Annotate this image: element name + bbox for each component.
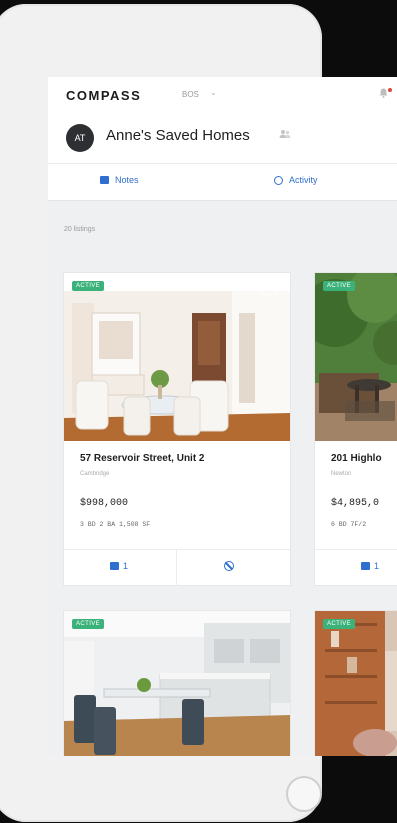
- listing-photo[interactable]: ACTIVE: [64, 273, 290, 441]
- app-screen: COMPASS BOS ⌄ AT Anne's Saved Homes Note…: [48, 77, 397, 756]
- divider: [176, 550, 177, 586]
- people-icon[interactable]: [279, 129, 291, 142]
- notes-button[interactable]: 1: [110, 561, 128, 571]
- note-icon: [100, 176, 109, 184]
- home-button[interactable]: [286, 776, 322, 812]
- notes-count: 1: [374, 561, 380, 571]
- top-bar: COMPASS BOS ⌄: [48, 77, 397, 114]
- listing-card[interactable]: ACTIVE 57 Reservoir Street, Unit 2 Cambr…: [64, 273, 290, 586]
- listing-address[interactable]: 57 Reservoir Street, Unit 2: [80, 453, 205, 464]
- tab-notes[interactable]: Notes: [100, 175, 139, 185]
- clock-icon: [274, 175, 283, 185]
- notes-button[interactable]: 1: [361, 561, 379, 571]
- listing-card[interactable]: ACTIVE 201 Highlo Newton $4,895,0 6 BD 7…: [315, 273, 397, 585]
- note-icon: [361, 562, 370, 570]
- bell-icon[interactable]: [379, 88, 388, 101]
- notification-dot: [388, 88, 392, 92]
- avatar-initials: AT: [74, 133, 86, 143]
- tab-notes-label: Notes: [115, 175, 139, 185]
- location-selector[interactable]: BOS: [182, 90, 199, 99]
- status-badge: ACTIVE: [72, 619, 105, 629]
- listing-card[interactable]: ACTIVE: [315, 611, 397, 756]
- compass-logo[interactable]: COMPASS: [66, 88, 141, 103]
- listing-photo[interactable]: ACTIVE: [64, 611, 290, 756]
- tab-activity-label: Activity: [289, 175, 318, 185]
- listing-photo[interactable]: ACTIVE: [315, 273, 397, 441]
- listing-price: $4,895,0: [331, 498, 380, 509]
- collection-header: AT Anne's Saved Homes: [48, 113, 397, 163]
- listing-photo[interactable]: ACTIVE: [315, 611, 397, 756]
- listing-address[interactable]: 201 Highlo: [331, 453, 382, 464]
- listing-city: Newton: [331, 471, 352, 477]
- status-badge: ACTIVE: [72, 281, 105, 291]
- dismiss-button[interactable]: [224, 561, 234, 571]
- card-actions: 1: [315, 549, 397, 586]
- tab-activity[interactable]: Activity: [274, 175, 318, 185]
- page-title: Anne's Saved Homes: [106, 127, 250, 144]
- notes-count: 1: [123, 561, 129, 571]
- status-badge: ACTIVE: [323, 281, 356, 291]
- listing-card[interactable]: ACTIVE: [64, 611, 290, 756]
- card-actions: 1: [64, 549, 290, 586]
- note-icon: [110, 562, 119, 570]
- select-checkbox[interactable]: [262, 280, 277, 295]
- listing-city: Cambridge: [80, 471, 110, 477]
- status-badge: ACTIVE: [323, 619, 356, 629]
- listing-price: $998,000: [80, 498, 129, 509]
- listings-count: 20 listings: [64, 226, 96, 233]
- listing-stats: 6 BD 7F/2: [331, 521, 367, 528]
- chevron-down-icon[interactable]: ⌄: [210, 88, 217, 97]
- avatar: AT: [66, 124, 94, 152]
- ban-icon: [224, 561, 234, 571]
- tab-bar: Notes Activity: [48, 163, 397, 201]
- listing-stats: 3 BD 2 BA 1,508 SF: [80, 521, 151, 528]
